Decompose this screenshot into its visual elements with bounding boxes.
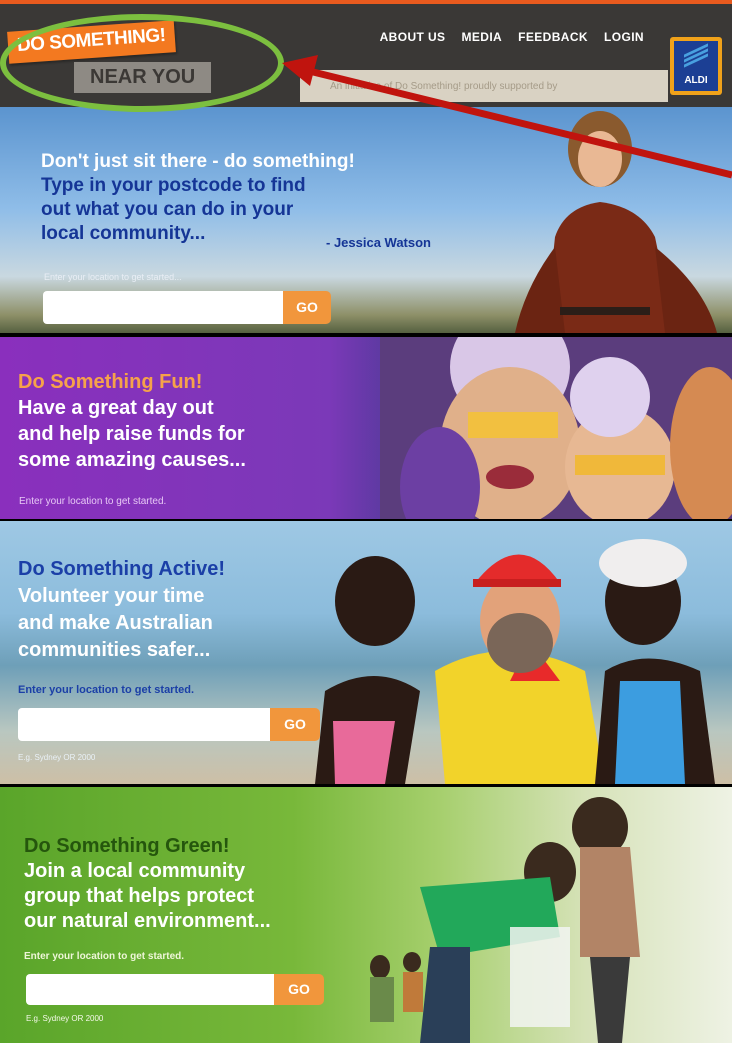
annotation-arrow-icon	[282, 55, 732, 179]
